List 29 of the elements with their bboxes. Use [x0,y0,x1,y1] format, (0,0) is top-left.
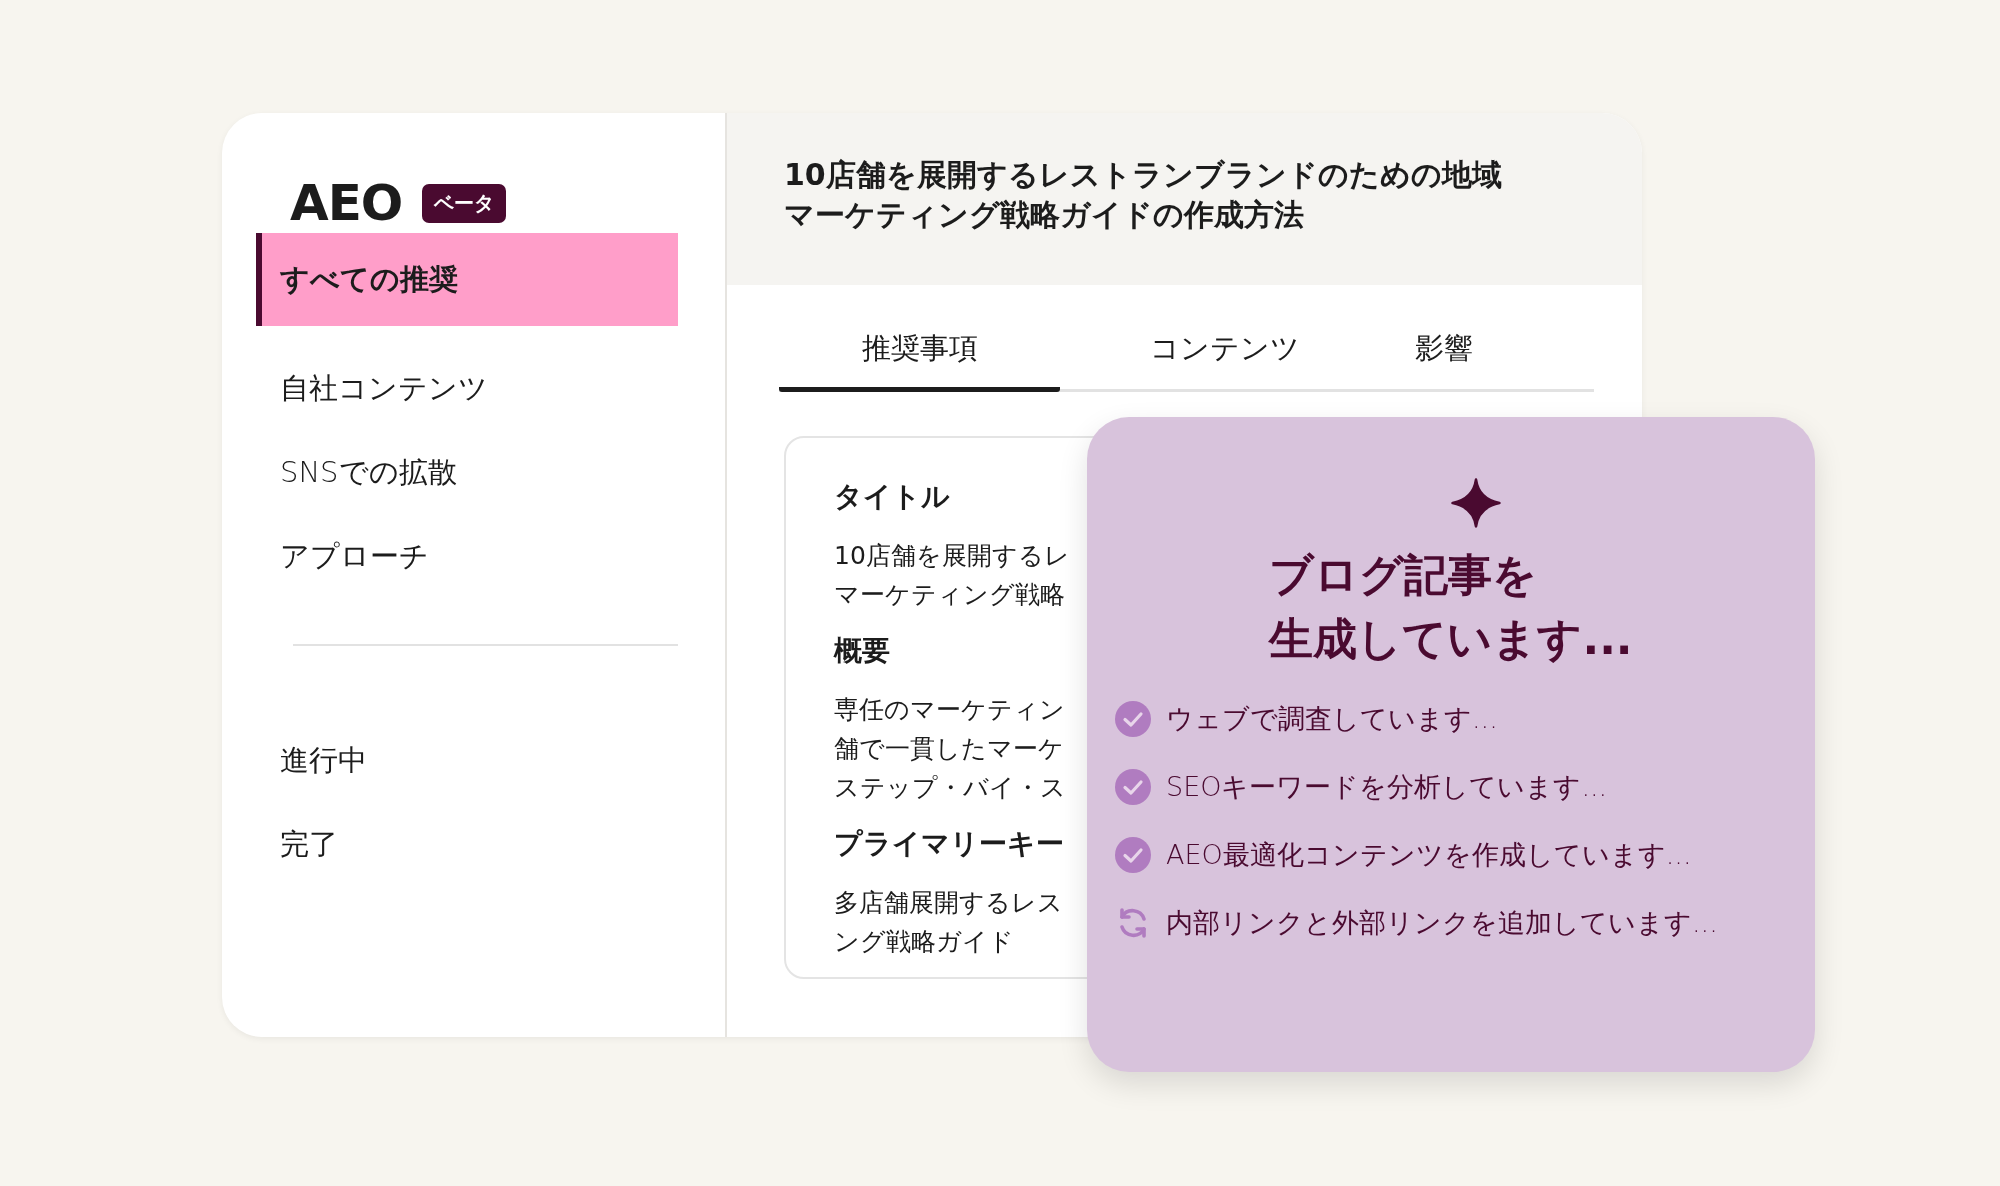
nav-item[interactable]: 自社コンテンツ [256,346,678,430]
logo-text: AEO [290,174,403,232]
step-label: 内部リンクと外部リンクを追加しています... [1166,906,1718,940]
check-icon [1115,701,1151,737]
tab[interactable]: 推奨事項 [779,329,1060,392]
section-heading: タイトル [834,479,950,515]
section-text: 10店舗を展開するレ マーケティング戦略 [834,540,1070,611]
section-text: 専任のマーケティン 舗で一貫したマーケ ステップ・バイ・ス [834,694,1066,804]
section-heading: 概要 [834,633,890,669]
check-icon [1115,769,1151,805]
beta-badge: ベータ [422,183,507,223]
step-label: SEOキーワードを分析しています... [1166,770,1608,804]
step-label: ウェブで調査しています... [1166,702,1498,736]
progress-title: ブログ記事を [1269,548,1538,602]
sparkle-icon [1450,477,1502,529]
nav-item[interactable]: アプローチ [256,514,678,598]
step-label: AEO最適化コンテンツを作成しています... [1166,838,1692,872]
nav-item[interactable]: 進行中 [256,718,678,802]
nav-item[interactable]: 完了 [256,802,678,886]
tab[interactable]: 影響 [1390,329,1498,392]
nav-item[interactable]: SNSでの拡散 [256,430,678,514]
tab[interactable]: コンテンツ [1060,329,1390,392]
nav-item[interactable]: すべての推奨 [256,233,678,326]
section-heading: プライマリーキー [834,826,1064,862]
section-text: 多店舗展開するレス ング戦略ガイド [834,887,1063,958]
check-icon [1115,837,1151,873]
page-title: 10店舗を展開するレストランブランドのための地域 [784,156,1502,194]
progress-title: 生成しています... [1269,612,1633,666]
page-title: マーケティング戦略ガイドの作成方法 [784,196,1304,234]
